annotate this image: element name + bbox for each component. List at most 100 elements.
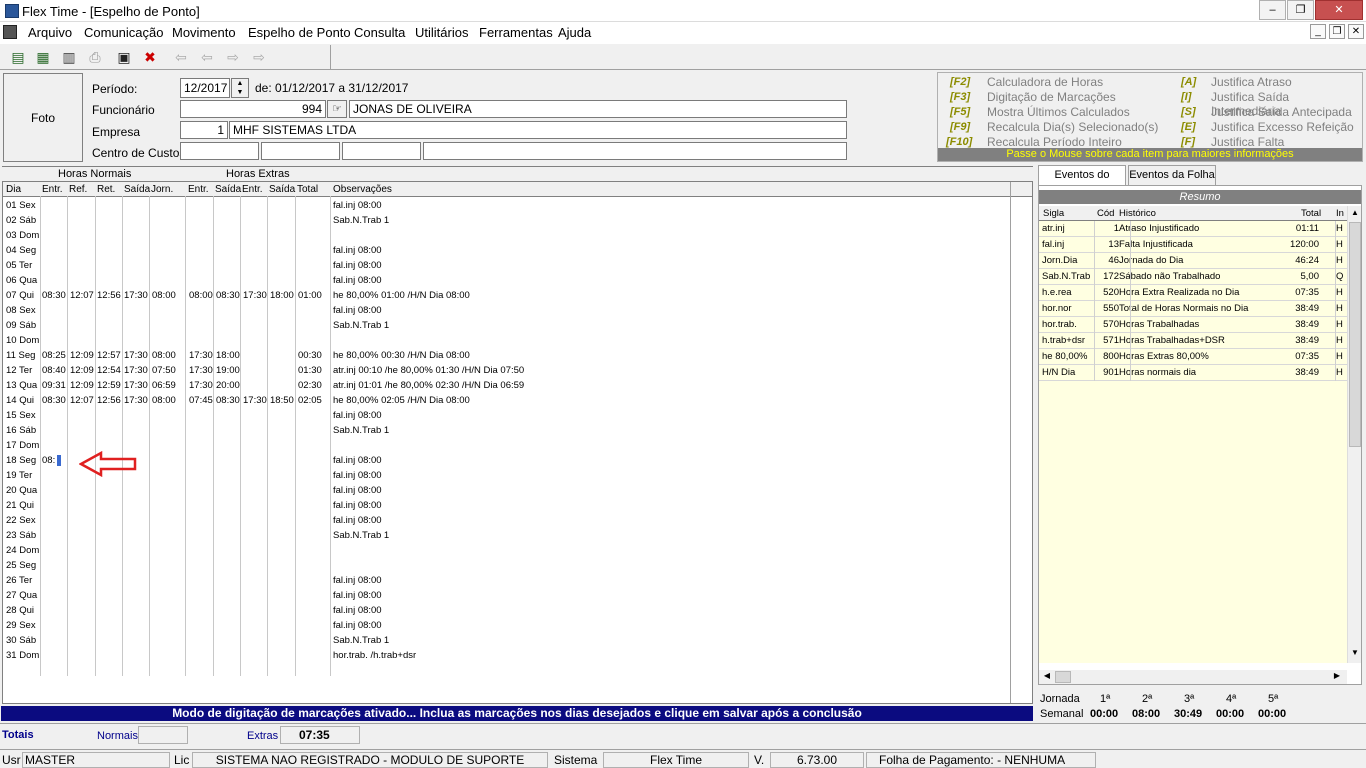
cell-entr[interactable]: 08:30 xyxy=(42,288,66,303)
cell-saida[interactable]: 17:30 xyxy=(124,348,148,363)
centro-field-2[interactable] xyxy=(261,142,340,160)
cell-dia[interactable]: 02 Sáb xyxy=(6,213,36,228)
cell-dia[interactable]: 04 Seg xyxy=(6,243,36,258)
table-row[interactable]: 21 Qui fal.inj 08:00 xyxy=(3,498,1010,513)
table-row[interactable]: 11 Seg 08:25 12:09 12:57 17:30 08:00 17:30 18:0… xyxy=(3,348,1010,363)
document-icon[interactable] xyxy=(3,25,17,39)
table-row[interactable]: 15 Sex fal.inj 08:00 xyxy=(3,408,1010,423)
table-row[interactable]: 05 Ter fal.inj 08:00 xyxy=(3,258,1010,273)
cell-extra-entr-1[interactable]: 17:30 xyxy=(189,348,213,363)
cell-entr[interactable]: 09:31 xyxy=(42,378,66,393)
cell-ref[interactable]: 12:07 xyxy=(70,393,94,408)
table-row[interactable]: 09 Sáb Sab.N.Trab 1 xyxy=(3,318,1010,333)
cell-observacoes[interactable]: fal.inj 08:00 xyxy=(333,603,382,618)
cell-dia[interactable]: 15 Sex xyxy=(6,408,36,423)
table-row[interactable]: 19 Ter fal.inj 08:00 xyxy=(3,468,1010,483)
col-extra-entr-1[interactable]: Entr. xyxy=(188,184,209,195)
first-record-icon[interactable]: ⇦ xyxy=(172,48,190,66)
table-row[interactable]: 03 Dom xyxy=(3,228,1010,243)
cell-extra-entr-1[interactable]: 08:00 xyxy=(189,288,213,303)
table-row[interactable]: 13 Qua 09:31 12:09 12:59 17:30 06:59 17:30 20:0… xyxy=(3,378,1010,393)
cell-extra-entr-2[interactable]: 17:30 xyxy=(243,288,267,303)
cell-dia[interactable]: 12 Ter xyxy=(6,363,32,378)
menu-consulta[interactable]: Consulta xyxy=(354,25,405,40)
cell-observacoes[interactable]: fal.inj 08:00 xyxy=(333,273,382,288)
shortcut-recalcula-periodo[interactable]: Recalcula Período Inteiro xyxy=(987,135,1122,149)
cell-ref[interactable]: 12:09 xyxy=(70,363,94,378)
centro-field-4[interactable] xyxy=(423,142,847,160)
cell-observacoes[interactable]: he 80,00% 01:00 /H/N Dia 08:00 xyxy=(333,288,470,303)
table-row[interactable]: 01 Sex fal.inj 08:00 xyxy=(3,198,1010,213)
table-row[interactable]: 08 Sex fal.inj 08:00 xyxy=(3,303,1010,318)
resumo-row[interactable]: atr.inj 1 Atraso Injustificado 01:11 H xyxy=(1039,221,1347,237)
table-row[interactable]: 28 Qui fal.inj 08:00 xyxy=(3,603,1010,618)
cell-saida[interactable]: 17:30 xyxy=(124,363,148,378)
shortcut-refeicao[interactable]: Justifica Excesso Refeição xyxy=(1211,120,1354,134)
table-row[interactable]: 16 Sáb Sab.N.Trab 1 xyxy=(3,423,1010,438)
resumo-row[interactable]: h.e.rea 520 Hora Extra Realizada no Dia 07:… xyxy=(1039,285,1347,301)
cell-ret[interactable]: 12:57 xyxy=(97,348,121,363)
scroll-left-icon[interactable]: ◀ xyxy=(1041,671,1053,683)
table-row[interactable]: 14 Qui 08:30 12:07 12:56 17:30 08:00 07:45 08:3… xyxy=(3,393,1010,408)
col-observacoes[interactable]: Observações xyxy=(333,184,392,195)
cell-ret[interactable]: 12:59 xyxy=(97,378,121,393)
col-sigla[interactable]: Sigla xyxy=(1043,206,1064,221)
table-row[interactable]: 23 Sáb Sab.N.Trab 1 xyxy=(3,528,1010,543)
shortcut-falta[interactable]: Justifica Falta xyxy=(1211,135,1284,149)
cell-observacoes[interactable]: fal.inj 08:00 xyxy=(333,588,382,603)
cell-jorn[interactable]: 06:59 xyxy=(152,378,176,393)
table-row[interactable]: 02 Sáb Sab.N.Trab 1 xyxy=(3,213,1010,228)
cell-jorn[interactable]: 08:00 xyxy=(152,393,176,408)
photo-box[interactable]: Foto xyxy=(3,73,83,162)
resumo-vscrollbar[interactable]: ▲ ▼ xyxy=(1347,206,1361,663)
cell-dia[interactable]: 06 Qua xyxy=(6,273,37,288)
cell-observacoes[interactable]: Sab.N.Trab 1 xyxy=(333,318,389,333)
col-ret[interactable]: Ret. xyxy=(97,184,115,195)
periodo-spinner[interactable]: ▲ ▼ xyxy=(231,78,249,98)
menu-ajuda[interactable]: Ajuda xyxy=(558,25,591,40)
cell-dia[interactable]: 20 Qua xyxy=(6,483,37,498)
tab-eventos-folha[interactable]: Eventos da Folha xyxy=(1128,165,1216,185)
shortcut-digitacao[interactable]: Digitação de Marcações xyxy=(987,90,1116,104)
resumo-row[interactable]: H/N Dia 901 Horas normais dia 38:49 H xyxy=(1039,365,1347,381)
cell-ref[interactable]: 12:09 xyxy=(70,378,94,393)
cell-jorn[interactable]: 08:00 xyxy=(152,348,176,363)
shortcut-calculadora[interactable]: Calculadora de Horas xyxy=(987,75,1103,89)
cell-extra-saida-1[interactable]: 20:00 xyxy=(216,378,240,393)
resumo-row[interactable]: hor.trab. 570 Horas Trabalhadas 38:49 H xyxy=(1039,317,1347,333)
maximize-button[interactable]: ❐ xyxy=(1287,0,1314,20)
cell-observacoes[interactable]: fal.inj 08:00 xyxy=(333,468,382,483)
cell-dia[interactable]: 22 Sex xyxy=(6,513,36,528)
table-row[interactable]: 12 Ter 08:40 12:09 12:54 17:30 07:50 17:30 19:0… xyxy=(3,363,1010,378)
report-icon[interactable]: ▥ xyxy=(60,48,78,66)
menu-movimento[interactable]: Movimento xyxy=(172,25,236,40)
col-extra-entr-2[interactable]: Entr. xyxy=(242,184,263,195)
cell-saida[interactable]: 17:30 xyxy=(124,393,148,408)
table-row[interactable]: 06 Qua fal.inj 08:00 xyxy=(3,273,1010,288)
cell-dia[interactable]: 17 Dom xyxy=(6,438,39,453)
cell-observacoes[interactable]: atr.inj 00:10 /he 80,00% 01:30 /H/N Dia … xyxy=(333,363,524,378)
periodo-input[interactable]: 12/2017 xyxy=(180,78,230,98)
print-icon[interactable]: ⎙ xyxy=(86,48,104,66)
col-cod[interactable]: Cód xyxy=(1097,206,1114,221)
cell-extra-entr-2[interactable]: 17:30 xyxy=(243,393,267,408)
cell-ref[interactable]: 12:09 xyxy=(70,348,94,363)
col-historico[interactable]: Histórico xyxy=(1119,206,1156,221)
cell-observacoes[interactable]: atr.inj 01:01 /he 80,00% 02:30 /H/N Dia … xyxy=(333,378,524,393)
table-row[interactable]: 10 Dom xyxy=(3,333,1010,348)
cell-observacoes[interactable]: fal.inj 08:00 xyxy=(333,513,382,528)
cell-observacoes[interactable]: he 80,00% 00:30 /H/N Dia 08:00 xyxy=(333,348,470,363)
resumo-row[interactable]: hor.nor 550 Total de Horas Normais no Dia 3… xyxy=(1039,301,1347,317)
cell-total[interactable]: 01:00 xyxy=(298,288,322,303)
table-row[interactable]: 20 Qua fal.inj 08:00 xyxy=(3,483,1010,498)
cell-total[interactable]: 02:05 xyxy=(298,393,322,408)
table-row[interactable]: 30 Sáb Sab.N.Trab 1 xyxy=(3,633,1010,648)
cell-dia[interactable]: 21 Qui xyxy=(6,498,34,513)
cell-extra-saida-1[interactable]: 18:00 xyxy=(216,348,240,363)
cell-dia[interactable]: 28 Qui xyxy=(6,603,34,618)
col-entr[interactable]: Entr. xyxy=(42,184,63,195)
cell-entr[interactable]: 08: xyxy=(42,453,55,468)
cell-dia[interactable]: 23 Sáb xyxy=(6,528,36,543)
col-dia[interactable]: Dia xyxy=(6,184,21,195)
cell-observacoes[interactable]: fal.inj 08:00 xyxy=(333,453,382,468)
